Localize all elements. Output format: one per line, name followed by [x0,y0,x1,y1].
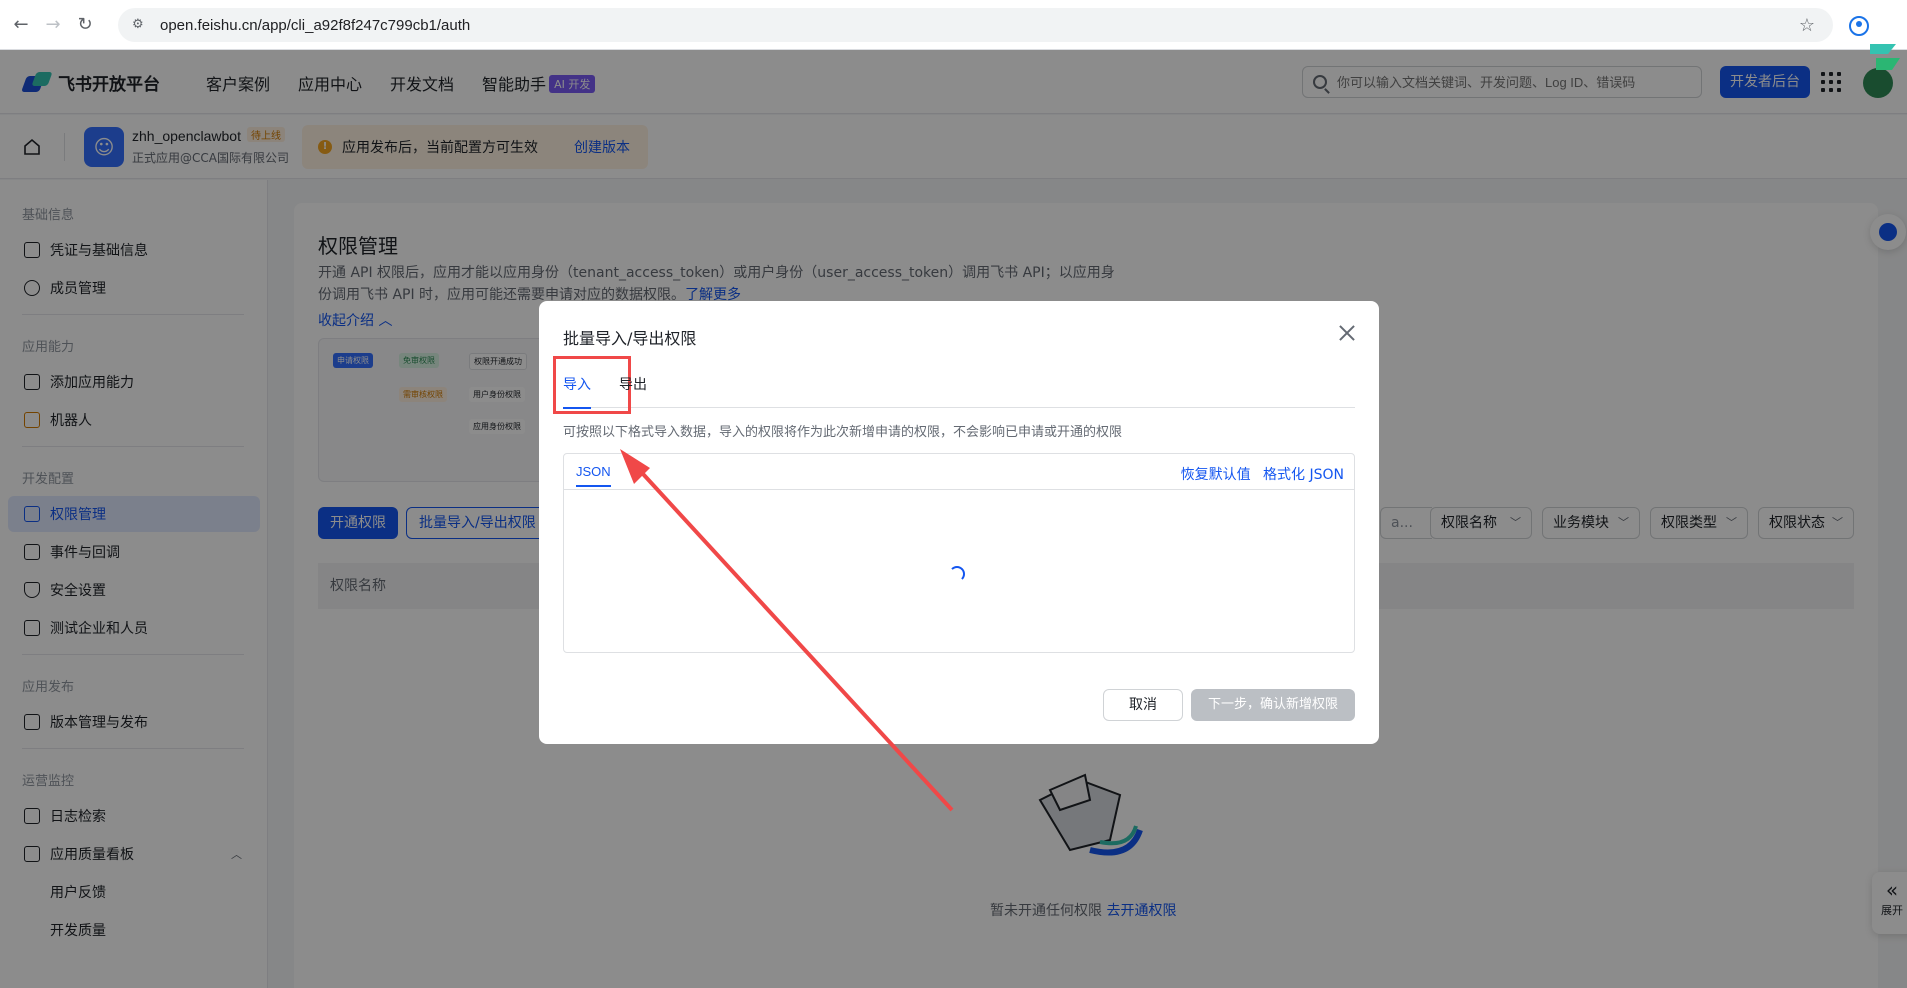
close-icon[interactable] [1337,323,1357,343]
loading-spinner-icon [949,566,965,582]
bookmark-star-icon[interactable]: ☆ [1799,15,1815,36]
dialog-description: 可按照以下格式导入数据，导入的权限将作为此次新增申请的权限，不会影响已申请或开通… [563,425,1123,440]
browser-toolbar: ← → ↻ ⚙ open.feishu.cn/app/cli_a92f8f247… [0,0,1907,50]
site-info-icon[interactable]: ⚙ [132,17,148,33]
back-icon[interactable]: ← [10,14,32,36]
cancel-button[interactable]: 取消 [1103,689,1183,721]
batch-permission-dialog: 批量导入/导出权限 导入 导出 可按照以下格式导入数据，导入的权限将作为此次新增… [539,301,1379,744]
extension-logo-icon[interactable] [1862,40,1902,76]
dialog-tabs: 导入 导出 [553,356,1355,414]
json-editor[interactable]: JSON 恢复默认值 格式化 JSON [563,453,1355,653]
forward-icon[interactable]: → [42,14,64,36]
tab-import[interactable]: 导入 [553,356,631,414]
format-json-link[interactable]: 格式化 JSON [1263,467,1344,483]
address-bar[interactable]: ⚙ open.feishu.cn/app/cli_a92f8f247c799cb… [118,8,1833,42]
restore-default-link[interactable]: 恢复默认值 [1181,467,1251,483]
profile-icon[interactable] [1847,14,1871,38]
dialog-title: 批量导入/导出权限 [563,329,697,348]
tab-export[interactable]: 导出 [619,374,647,408]
tab-json[interactable]: JSON [576,464,611,487]
editor-header: JSON 恢复默认值 格式化 JSON [564,454,1354,490]
next-confirm-button[interactable]: 下一步，确认新增权限 [1191,689,1355,721]
reload-icon[interactable]: ↻ [74,14,96,36]
editor-actions: 恢复默认值 格式化 JSON [1173,464,1344,484]
url-text: open.feishu.cn/app/cli_a92f8f247c799cb1/… [160,16,471,34]
